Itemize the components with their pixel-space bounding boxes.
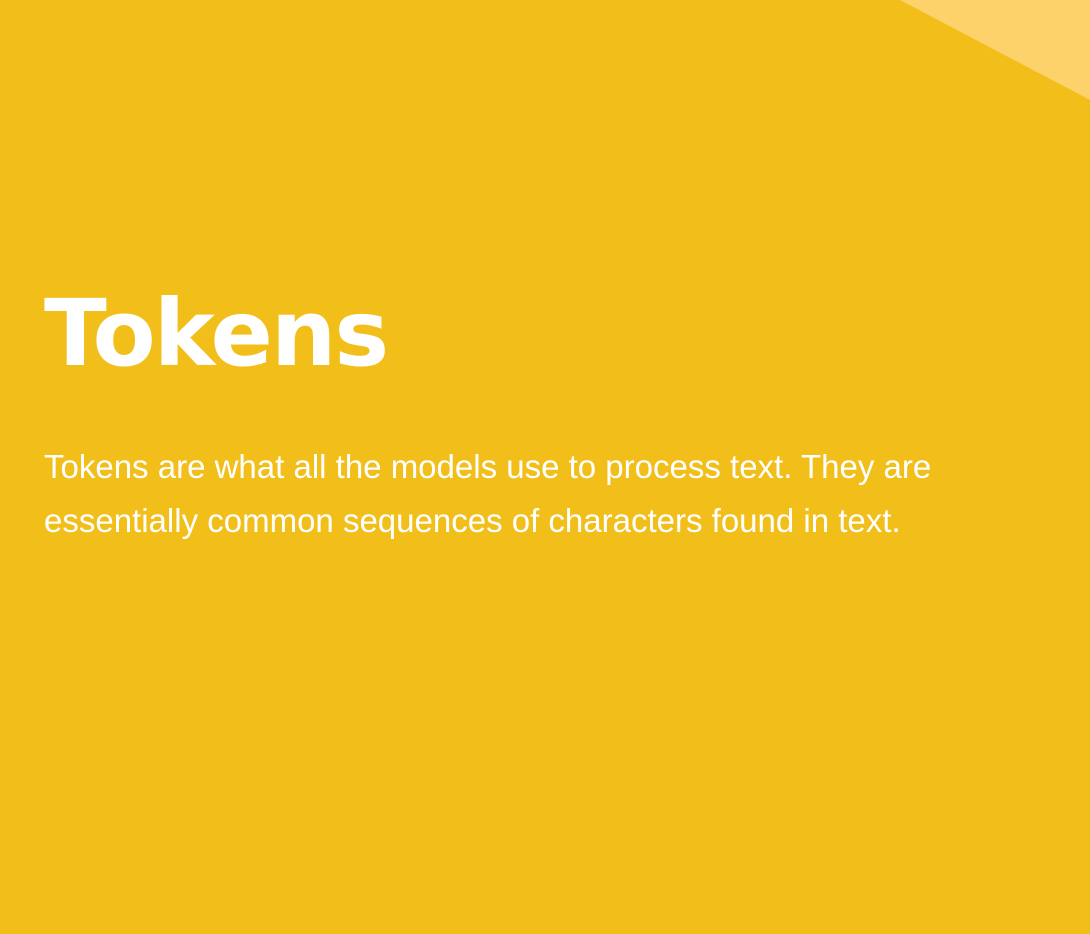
corner-accent-shape (900, 0, 1090, 100)
corner-accent-polygon (900, 0, 1090, 100)
slide: Tokens Tokens are what all the models us… (0, 0, 1090, 934)
slide-title: Tokens (44, 280, 389, 387)
slide-body-text: Tokens are what all the models use to pr… (44, 448, 932, 539)
